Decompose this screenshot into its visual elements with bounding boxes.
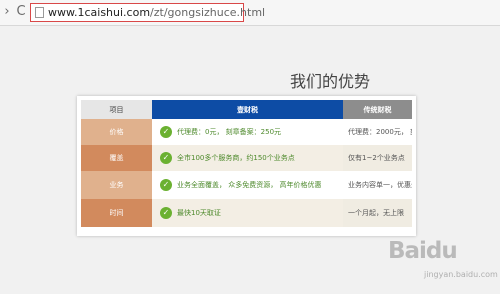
table-row: 业务 ✓ 业务全面覆盖， 众多免费资源， 高年价格优惠 业务内容单一，优惠少	[81, 171, 412, 199]
comparison-table: 项目 壹财税 传统财税 价格 ✓ 代理费：0元， 刻章备案：250元 代理费：20…	[77, 96, 416, 236]
row-label: 价格	[81, 119, 152, 145]
check-icon: ✓	[160, 179, 172, 191]
header-item: 项目	[81, 100, 152, 119]
table-row: 时间 ✓ 最快10天取证 一个月起，无上限	[81, 199, 412, 227]
ours-text: 全市100多个服务商，约150个业务点	[177, 154, 295, 162]
ours-cell: ✓ 代理费：0元， 刻章备案：250元	[152, 119, 343, 145]
check-icon: ✓	[160, 126, 172, 138]
ours-text: 最快10天取证	[177, 209, 221, 217]
check-icon: ✓	[160, 152, 172, 164]
traditional-cell: 代理费：2000元， 刻章备案：350元	[343, 119, 412, 145]
table-header-row: 项目 壹财税 传统财税	[81, 100, 412, 119]
baidu-watermark: Baidu jingyan.baidu.com	[388, 238, 498, 292]
traditional-cell: 仅有1~2个业务点	[343, 145, 412, 171]
page-icon	[35, 7, 44, 18]
reload-icon[interactable]: C	[14, 4, 28, 20]
ours-text: 业务全面覆盖， 众多免费资源， 高年价格优惠	[177, 181, 322, 189]
ours-text: 代理费：0元， 刻章备案：250元	[177, 128, 282, 136]
traditional-cell: 业务内容单一，优惠少	[343, 171, 412, 199]
watermark-logo: Baidu	[388, 238, 458, 264]
url-path: /zt/gongsizhuce.html	[150, 6, 266, 19]
url-domain: www.1caishui.com	[48, 6, 151, 19]
table-row: 覆盖 ✓ 全市100多个服务商，约150个业务点 仅有1~2个业务点	[81, 145, 412, 171]
forward-icon[interactable]: ›	[0, 4, 14, 20]
browser-address-bar: › C www.1caishui.com/zt/gongsizhuce.html	[0, 0, 500, 26]
header-ours: 壹财税	[152, 100, 343, 119]
row-label: 时间	[81, 199, 152, 227]
url-input[interactable]: www.1caishui.com/zt/gongsizhuce.html	[30, 3, 265, 22]
watermark-sub: jingyan.baidu.com	[424, 270, 498, 279]
page-title: 我们的优势	[289, 72, 370, 91]
check-icon: ✓	[160, 207, 172, 219]
ours-cell: ✓ 业务全面覆盖， 众多免费资源， 高年价格优惠	[152, 171, 343, 199]
ours-cell: ✓ 全市100多个服务商，约150个业务点	[152, 145, 343, 171]
table-row: 价格 ✓ 代理费：0元， 刻章备案：250元 代理费：2000元， 刻章备案：35…	[81, 119, 412, 145]
ours-cell: ✓ 最快10天取证	[152, 199, 343, 227]
header-traditional: 传统财税	[343, 100, 412, 119]
url-text: www.1caishui.com/zt/gongsizhuce.html	[48, 5, 265, 20]
traditional-cell: 一个月起，无上限	[343, 199, 412, 227]
row-label: 覆盖	[81, 145, 152, 171]
row-label: 业务	[81, 171, 152, 199]
